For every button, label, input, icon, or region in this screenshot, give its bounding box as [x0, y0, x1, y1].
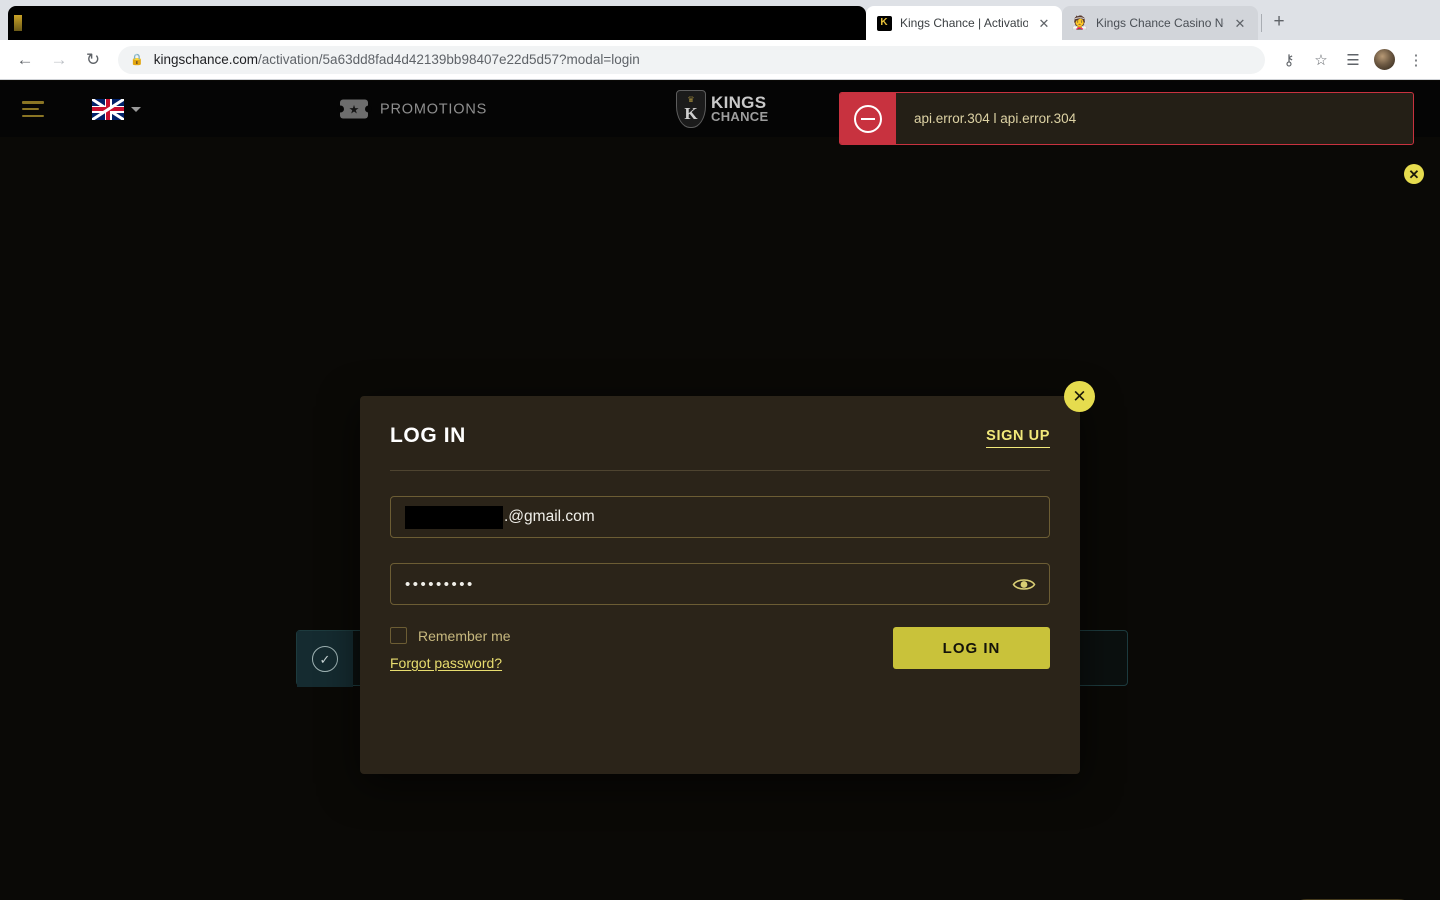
modal-close-icon[interactable]: ✕	[1064, 381, 1095, 412]
check-circle-icon: ✓	[312, 646, 338, 672]
browser-tab-casino[interactable]: 👰 Kings Chance Casino No De ✕	[1062, 6, 1258, 40]
uk-flag-icon	[92, 98, 124, 120]
hamburger-menu-icon[interactable]	[22, 101, 44, 117]
modal-title: LOG IN	[390, 424, 466, 447]
shield-icon: ♛ K	[676, 90, 706, 128]
chevron-down-icon	[131, 106, 141, 112]
avatar-favicon: 👰	[1071, 15, 1089, 30]
logo-wordmark: KINGS CHANCE	[711, 94, 769, 124]
back-icon[interactable]: ←	[10, 45, 40, 75]
password-field[interactable]: •••••••••	[390, 563, 1050, 605]
tab-close-icon[interactable]: ✕	[1232, 15, 1248, 31]
page-viewport: ★ PROMOTIONS ♛ K KINGS CHANCE api.error.…	[0, 81, 1440, 900]
redacted-favicon	[14, 15, 22, 31]
reading-list-icon[interactable]: ☰	[1339, 46, 1367, 74]
url-path: /activation/5a63dd8fad4d42139bb98407e22d…	[258, 52, 640, 67]
sign-up-link[interactable]: SIGN UP	[986, 428, 1050, 448]
page-body: ✓ ✕ LOG IN SIGN UP .@gmail.com •••••••••	[0, 137, 1440, 900]
new-tab-button[interactable]: +	[1265, 8, 1293, 36]
login-submit-button[interactable]: LOG IN	[893, 627, 1050, 669]
language-selector[interactable]	[92, 98, 141, 120]
profile-avatar[interactable]	[1373, 48, 1396, 71]
checkbox-box[interactable]	[390, 627, 407, 644]
site-header: ★ PROMOTIONS ♛ K KINGS CHANCE api.error.…	[0, 81, 1440, 184]
nav-item-promotions[interactable]: ★ PROMOTIONS	[336, 99, 488, 119]
address-bar-url: kingschance.com/activation/5a63dd8fad4d4…	[154, 52, 640, 67]
browser-tab-activation[interactable]: K Kings Chance | Activation ✕	[866, 6, 1062, 40]
ticket-icon: ★	[336, 99, 372, 119]
logo-letter: K	[684, 104, 698, 123]
eye-icon[interactable]	[1011, 575, 1037, 593]
browser-tab-title: Kings Chance Casino No De	[1096, 16, 1224, 30]
email-field[interactable]: .@gmail.com	[390, 496, 1050, 538]
browser-tab-redacted[interactable]	[8, 6, 866, 40]
error-toast-close-icon[interactable]: ✕	[1404, 164, 1424, 184]
status-check-badge: ✓	[297, 631, 353, 687]
logo-line-2: CHANCE	[711, 108, 769, 124]
chrome-menu-icon[interactable]: ⋮	[1402, 46, 1430, 74]
star-icon[interactable]: ☆	[1307, 46, 1335, 74]
remember-me-checkbox[interactable]: Remember me	[390, 627, 511, 644]
forgot-password-link[interactable]: Forgot password?	[390, 655, 511, 671]
login-modal: ✕ LOG IN SIGN UP .@gmail.com ••••••••• R…	[360, 381, 1095, 774]
lock-icon: 🔒	[130, 54, 144, 66]
redacted-email-user	[405, 505, 503, 529]
forward-icon[interactable]: →	[44, 45, 74, 75]
kings-chance-logo[interactable]: ♛ K KINGS CHANCE	[676, 90, 768, 128]
crown-icon: ♛	[687, 95, 695, 104]
browser-window: ✕ K Kings Chance | Activation ✕ 👰 Kings …	[0, 0, 1440, 900]
tab-close-icon[interactable]: ✕	[1036, 15, 1052, 31]
tab-divider	[1261, 14, 1262, 32]
nav-item-label: PROMOTIONS	[380, 101, 488, 117]
browser-tabstrip: ✕ K Kings Chance | Activation ✕ 👰 Kings …	[0, 0, 1440, 40]
modal-options: Remember me Forgot password?	[390, 627, 511, 671]
password-field-value: •••••••••	[405, 575, 475, 593]
kings-chance-favicon: K	[876, 15, 892, 31]
modal-actions: Remember me Forgot password? LOG IN	[390, 627, 1050, 671]
reload-icon[interactable]: ↻	[78, 45, 108, 75]
address-bar[interactable]: 🔒 kingschance.com/activation/5a63dd8fad4…	[118, 45, 1265, 74]
remember-me-label: Remember me	[418, 627, 511, 644]
url-domain: kingschance.com	[153, 52, 259, 67]
modal-header: LOG IN SIGN UP	[390, 424, 1050, 471]
email-field-value: .@gmail.com	[504, 508, 595, 525]
key-icon[interactable]: ⚷	[1275, 46, 1303, 74]
browser-toolbar: ← → ↻ 🔒 kingschance.com/activation/5a63d…	[0, 40, 1440, 80]
browser-tab-title: Kings Chance | Activation	[900, 16, 1028, 30]
